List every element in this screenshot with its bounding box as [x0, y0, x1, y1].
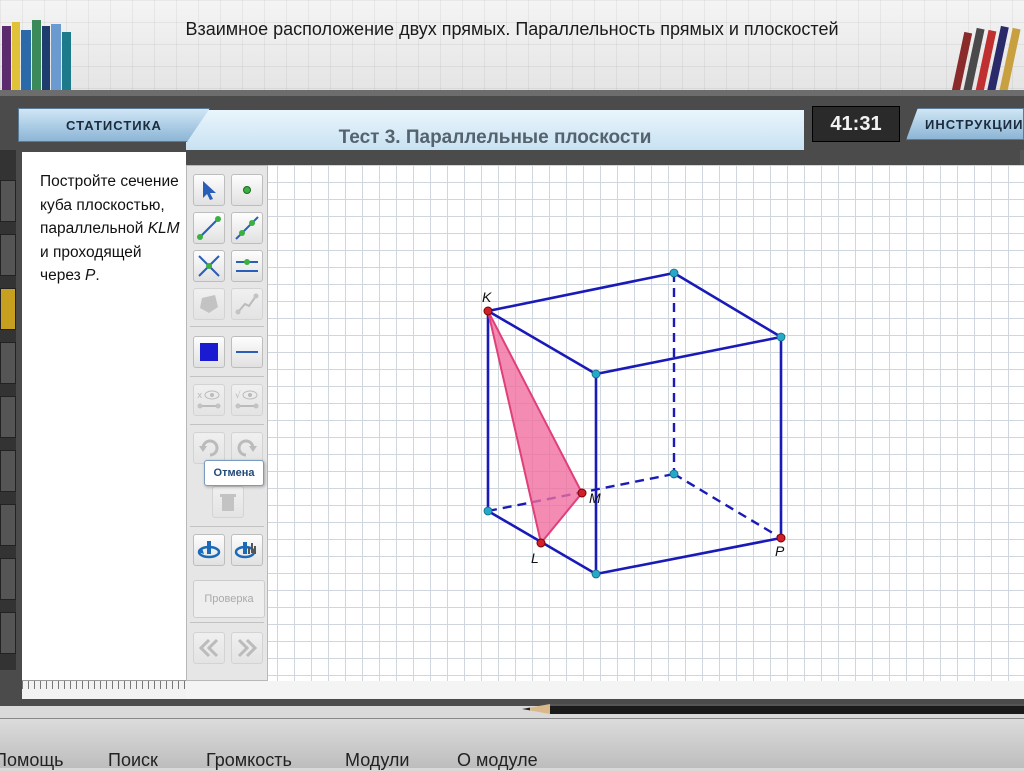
cube-edge	[594, 536, 783, 576]
bottom-strip	[186, 681, 1024, 699]
cube-edge	[594, 335, 783, 376]
label-k: K	[482, 289, 492, 305]
label-m: M	[589, 490, 601, 506]
cube-vertex	[483, 506, 493, 516]
cube-vertex	[669, 268, 679, 278]
menu-help[interactable]: Помощь	[0, 750, 64, 771]
point-l	[536, 538, 546, 548]
cube-edge	[486, 271, 676, 313]
menu-volume[interactable]: Громкость	[206, 750, 292, 771]
cube-vertex	[591, 369, 601, 379]
label-p: P	[775, 543, 785, 559]
hidden-edge	[673, 472, 782, 540]
triangle-klm	[487, 310, 584, 546]
point-m	[577, 488, 587, 498]
label-l: L	[531, 550, 539, 566]
point-k	[483, 306, 493, 316]
cube-edge	[672, 271, 783, 339]
ruler-decoration	[22, 680, 186, 699]
page-title: Взаимное расположение двух прямых. Парал…	[185, 19, 839, 39]
pencil-decoration	[522, 704, 1024, 714]
menu-about-module[interactable]: О модуле	[457, 750, 538, 771]
cube-vertex	[776, 332, 786, 342]
cube-vertex	[591, 569, 601, 579]
cube-drawing: K L M P	[482, 268, 786, 579]
menu-search[interactable]: Поиск	[108, 750, 158, 771]
point-p	[776, 533, 786, 543]
cube-vertex	[669, 469, 679, 479]
menu-modules[interactable]: Модули	[345, 750, 409, 771]
